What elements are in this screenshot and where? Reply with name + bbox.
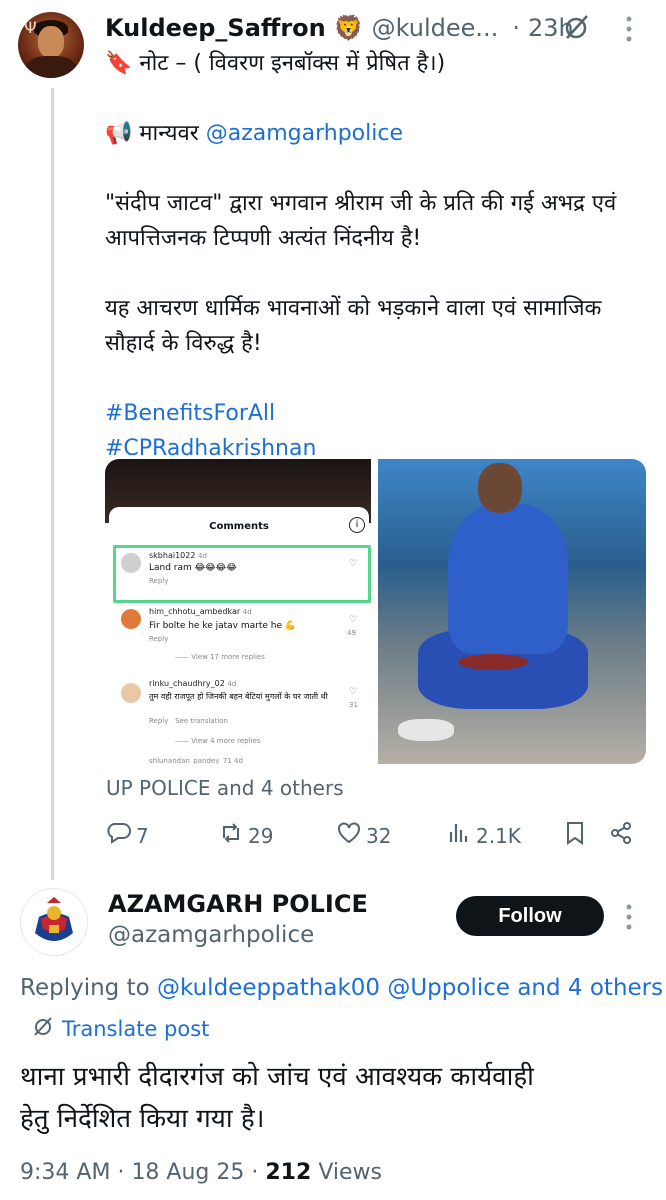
author-handle[interactable]: @kuldee... [372, 14, 499, 42]
photo-stool [458, 654, 528, 670]
reply-meta: 9:34 AM · 18 Aug 25 · 212 Views [20, 1160, 382, 1185]
views-icon [446, 820, 472, 851]
reply-line-2: हेतु निर्देशित किया गया है। [20, 1104, 265, 1134]
comment-user: him_chhotu_ambedkar 4d [149, 607, 252, 616]
comment-avatar [121, 683, 141, 703]
liked-by-text[interactable]: UP POLICE and 4 others [106, 776, 344, 800]
photo-subject-torso [448, 504, 568, 654]
share-icon [608, 820, 634, 851]
bookmark-icon [562, 820, 588, 851]
bookmark-button[interactable] [562, 820, 588, 851]
reply-author-name[interactable]: AZAMGARH POLICE [108, 890, 368, 918]
author-badge: 🦁 [333, 14, 364, 42]
comments-panel: Comments i skbhai1022 4d Land ram 😂😂😂😂 R… [109, 507, 371, 764]
thread-connector-line [51, 88, 54, 880]
heart-icon: ♡ [349, 687, 358, 697]
tweet-line-2: यह आचरण धार्मिक भावनाओं को भड़काने वाला … [105, 296, 609, 356]
photo-shoe [398, 719, 454, 741]
views-button[interactable]: 2.1K [446, 820, 521, 851]
comment-user: skbhai1022 4d [149, 551, 207, 560]
media-comments-screenshot[interactable]: Comments i skbhai1022 4d Land ram 😂😂😂😂 R… [105, 459, 371, 764]
share-button[interactable] [608, 820, 634, 851]
comment-likes: 49 [347, 629, 356, 637]
translate-post-link[interactable]: Translate post [32, 1015, 209, 1042]
comments-title: Comments [209, 521, 269, 532]
police-avatar[interactable] [20, 888, 88, 956]
separator-dot: · [512, 14, 520, 42]
replying-to: Replying to @kuldeeppathak00 @Uppolice a… [20, 975, 664, 1001]
comment-text: Fir bolte he ke jatav marte he 💪 [149, 621, 297, 631]
reply-time[interactable]: 9:34 AM [20, 1160, 110, 1185]
reply-body: थाना प्रभारी दीदारगंज को जांच एवं आवश्यक… [20, 1056, 650, 1140]
reply-line-1: थाना प्रभारी दीदारगंज को जांच एवं आवश्यक… [20, 1062, 534, 1092]
comment-user: shlunandan_pandey_71 4d [149, 757, 243, 764]
more-icon[interactable] [622, 14, 636, 44]
grok-icon[interactable] [562, 12, 592, 42]
tweet-media[interactable]: Comments i skbhai1022 4d Land ram 😂😂😂😂 R… [105, 459, 646, 764]
media-photo[interactable] [378, 459, 646, 764]
comment-reply: Reply [149, 635, 169, 643]
photo-subject-head [478, 463, 522, 513]
heart-icon: ♡ [349, 559, 358, 569]
author-name[interactable]: Kuldeep_Saffron [105, 14, 326, 42]
author-avatar[interactable]: Ψ [18, 12, 84, 78]
comment-avatar [121, 553, 141, 573]
repost-button[interactable]: 29 [218, 820, 273, 851]
comment-text: Land ram 😂😂😂😂 [149, 563, 237, 573]
comment-avatar [121, 609, 141, 629]
reply-button[interactable]: 7 [106, 820, 149, 851]
comment-text: तुम वही राजपूत हो जिनकी बहन बेटियां मुगल… [149, 692, 328, 701]
trident-icon: Ψ [24, 18, 37, 37]
tweet-header: Kuldeep_Saffron 🦁 @kuldee... · 23h [105, 11, 574, 45]
view-more-replies: —— View 4 more replies [175, 737, 261, 745]
reply-date[interactable]: 18 Aug 25 [131, 1160, 244, 1185]
like-button[interactable]: 32 [336, 820, 391, 851]
like-icon [336, 820, 362, 851]
reply-views-label: Views [318, 1160, 382, 1185]
tweet-actions: 7 29 32 2.1K [106, 820, 636, 856]
repost-icon [218, 820, 244, 851]
tweet-body: 🔖 नोट – ( विवरण इनबॉक्स में प्रेषित है।)… [105, 46, 645, 466]
tweet-address: 📢 मान्यवर @azamgarhpolice [105, 121, 403, 146]
comment-reply: Reply See translation [149, 717, 228, 725]
heart-icon: ♡ [349, 615, 358, 625]
hashtag-benefits[interactable]: #BenefitsForAll [105, 396, 645, 431]
reply-views-count: 212 [265, 1160, 312, 1185]
more-icon[interactable] [622, 902, 636, 932]
info-icon: i [349, 517, 365, 533]
comment-user: rinku_chaudhry_02 4d [149, 679, 237, 688]
comment-likes: 31 [349, 701, 358, 709]
comment-reply: Reply [149, 577, 169, 585]
reply-icon [106, 820, 132, 851]
translate-icon [32, 1015, 54, 1042]
follow-button[interactable]: Follow [456, 896, 604, 936]
mention-link[interactable]: @azamgarhpolice [206, 121, 403, 146]
tweet-line-1: "संदीप जाटव" द्वारा भगवान श्रीराम जी के … [105, 191, 624, 251]
view-more-replies: —— View 17 more replies [175, 653, 265, 661]
replying-to-mentions[interactable]: @kuldeeppathak00 @Uppolice and 4 others [157, 975, 663, 1001]
reply-author-handle[interactable]: @azamgarhpolice [108, 922, 314, 948]
tweet-note: 🔖 नोट – ( विवरण इनबॉक्स में प्रेषित है।) [105, 51, 446, 76]
